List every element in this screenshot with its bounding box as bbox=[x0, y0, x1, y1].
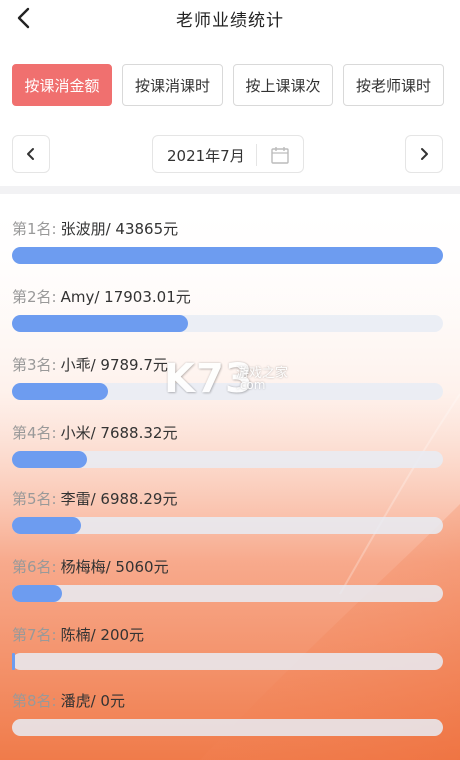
progress-track bbox=[12, 653, 443, 670]
tab-lesson-hours[interactable]: 按课消课时 bbox=[122, 64, 223, 106]
rank-label: 第5名: 李雷/ 6988.29元 bbox=[12, 488, 177, 509]
month-picker[interactable]: 2021年7月 bbox=[152, 135, 304, 173]
tab-teacher-hours[interactable]: 按老师课时 bbox=[343, 64, 444, 106]
rank-item: 第2名: Amy/ 17903.01元 bbox=[0, 286, 460, 354]
teacher-amount: 小乖/ 9789.7元 bbox=[60, 356, 168, 374]
rank-label: 第7名: 陈楠/ 200元 bbox=[12, 624, 144, 645]
progress-fill bbox=[12, 315, 188, 332]
rank-item: 第7名: 陈楠/ 200元 bbox=[0, 624, 460, 692]
progress-fill bbox=[12, 451, 87, 468]
progress-track bbox=[12, 247, 443, 264]
rank-label: 第8名: 潘虎/ 0元 bbox=[12, 690, 125, 711]
rank-label: 第6名: 杨梅梅/ 5060元 bbox=[12, 556, 169, 577]
ranking-list: 第1名: 张波朋/ 43865元 第2名: Amy/ 17903.01元 第3名: 小… bbox=[0, 194, 460, 760]
prev-month-button[interactable] bbox=[12, 135, 50, 173]
progress-fill bbox=[12, 653, 15, 670]
rank-label: 第3名: 小乖/ 9789.7元 bbox=[12, 354, 168, 375]
progress-fill bbox=[12, 585, 62, 602]
teacher-amount: 杨梅梅/ 5060元 bbox=[60, 558, 169, 576]
progress-track bbox=[12, 451, 443, 468]
rank-number: 第6名: bbox=[12, 558, 57, 576]
teacher-amount: 张波朋/ 43865元 bbox=[60, 220, 179, 238]
chevron-left-icon bbox=[27, 148, 34, 160]
rank-number: 第7名: bbox=[12, 626, 57, 644]
teacher-amount: 潘虎/ 0元 bbox=[60, 692, 125, 710]
progress-track bbox=[12, 517, 443, 534]
performance-stats-page: 老师业绩统计 按课消金额 按课消课时 按上课课次 按老师课时 2021年7月 第… bbox=[0, 0, 460, 760]
rank-number: 第3名: bbox=[12, 356, 57, 374]
teacher-amount: 小米/ 7688.32元 bbox=[60, 424, 178, 442]
current-month: 2021年7月 bbox=[167, 147, 245, 165]
tab-lesson-amount[interactable]: 按课消金额 bbox=[12, 64, 112, 106]
progress-track bbox=[12, 719, 443, 736]
progress-fill bbox=[12, 383, 108, 400]
rank-label: 第1名: 张波朋/ 43865元 bbox=[12, 218, 178, 239]
progress-fill bbox=[12, 247, 443, 264]
rank-item: 第1名: 张波朋/ 43865元 bbox=[0, 218, 460, 286]
filter-tabs: 按课消金额 按课消课时 按上课课次 按老师课时 bbox=[11, 64, 451, 106]
teacher-amount: 李雷/ 6988.29元 bbox=[60, 490, 178, 508]
rank-number: 第2名: bbox=[12, 288, 57, 306]
divider bbox=[256, 144, 257, 166]
rank-number: 第4名: bbox=[12, 424, 57, 442]
progress-track bbox=[12, 315, 443, 332]
header-bar: 老师业绩统计 bbox=[0, 0, 460, 40]
calendar-icon bbox=[271, 147, 289, 164]
rank-item: 第8名: 潘虎/ 0元 bbox=[0, 690, 460, 758]
chevron-right-icon bbox=[421, 148, 428, 160]
rank-number: 第1名: bbox=[12, 220, 57, 238]
rank-label: 第4名: 小米/ 7688.32元 bbox=[12, 422, 177, 443]
progress-fill bbox=[12, 517, 81, 534]
rank-item: 第6名: 杨梅梅/ 5060元 bbox=[0, 556, 460, 624]
teacher-amount: 陈楠/ 200元 bbox=[60, 626, 145, 644]
rank-number: 第5名: bbox=[12, 490, 57, 508]
progress-track bbox=[12, 585, 443, 602]
rank-item: 第5名: 李雷/ 6988.29元 bbox=[0, 488, 460, 556]
rank-number: 第8名: bbox=[12, 692, 57, 710]
page-title: 老师业绩统计 bbox=[176, 11, 284, 31]
tab-class-count[interactable]: 按上课课次 bbox=[233, 64, 333, 106]
next-month-button[interactable] bbox=[405, 135, 443, 173]
section-separator bbox=[0, 186, 460, 194]
teacher-amount: Amy/ 17903.01元 bbox=[60, 288, 191, 306]
watermark-url: .com bbox=[236, 378, 266, 392]
rank-label: 第2名: Amy/ 17903.01元 bbox=[12, 286, 191, 307]
rank-item: 第4名: 小米/ 7688.32元 bbox=[0, 422, 460, 490]
